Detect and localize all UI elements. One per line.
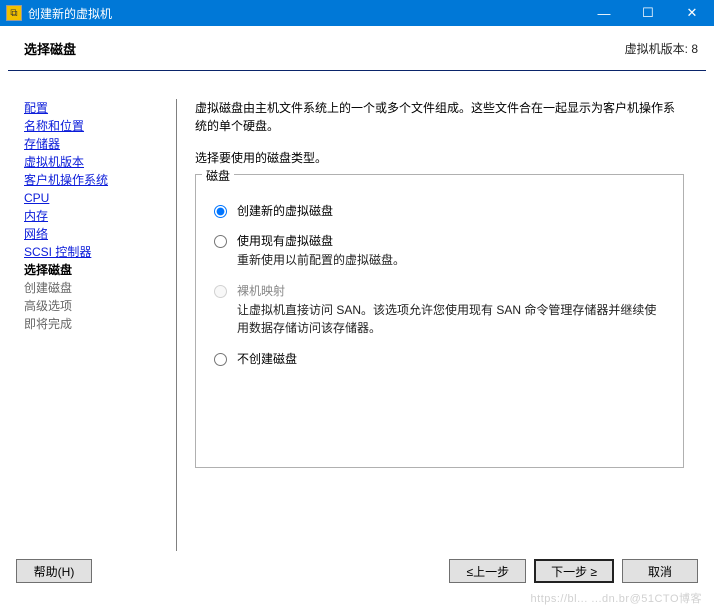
disk-description: 虚拟磁盘由主机文件系统上的一个或多个文件组成。这些文件合在一起显示为客户机操作系…	[195, 99, 684, 135]
sidebar-item-name-location[interactable]: 名称和位置	[24, 117, 176, 135]
sidebar-item-create-disk: 创建磁盘	[24, 279, 176, 297]
main-panel: 虚拟磁盘由主机文件系统上的一个或多个文件组成。这些文件合在一起显示为客户机操作系…	[177, 99, 704, 551]
label-raw-mapping: 裸机映射	[237, 283, 665, 299]
option-use-existing-disk[interactable]: 使用现有虚拟磁盘 重新使用以前配置的虚拟磁盘。	[214, 233, 665, 269]
radio-use-existing[interactable]	[214, 235, 227, 248]
vm-icon: ⧉	[6, 5, 22, 21]
footer: 帮助(H) ≤上一步 下一步 ≥ 取消	[0, 551, 714, 607]
back-button[interactable]: ≤上一步	[449, 559, 526, 583]
radio-create-new[interactable]	[214, 205, 227, 218]
disk-groupbox: 磁盘 创建新的虚拟磁盘 使用现有虚拟磁盘 重新使用以前配置的虚拟磁盘。 裸机映射	[195, 174, 684, 468]
sidebar-item-cpu[interactable]: CPU	[24, 189, 176, 207]
groupbox-label: 磁盘	[202, 167, 234, 184]
page-header: 选择磁盘 虚拟机版本: 8	[0, 26, 714, 70]
sidebar-item-network[interactable]: 网络	[24, 225, 176, 243]
header-divider	[8, 70, 706, 71]
label-no-disk: 不创建磁盘	[237, 351, 665, 367]
window-title: 创建新的虚拟机	[28, 5, 582, 22]
label-use-existing: 使用现有虚拟磁盘	[237, 233, 665, 249]
wizard-sidebar: 配置 名称和位置 存储器 虚拟机版本 客户机操作系统 CPU 内存 网络 SCS…	[10, 99, 176, 551]
desc-use-existing: 重新使用以前配置的虚拟磁盘。	[237, 251, 665, 269]
window-controls: — ☐ ✕	[582, 0, 714, 26]
page-title: 选择磁盘	[24, 39, 76, 58]
sidebar-item-vm-version[interactable]: 虚拟机版本	[24, 153, 176, 171]
option-no-disk[interactable]: 不创建磁盘	[214, 351, 665, 367]
content-area: 配置 名称和位置 存储器 虚拟机版本 客户机操作系统 CPU 内存 网络 SCS…	[0, 99, 714, 551]
sidebar-item-advanced: 高级选项	[24, 297, 176, 315]
vm-version-label: 虚拟机版本: 8	[625, 40, 698, 57]
help-button[interactable]: 帮助(H)	[16, 559, 92, 583]
radio-no-disk[interactable]	[214, 353, 227, 366]
sidebar-item-select-disk: 选择磁盘	[24, 261, 176, 279]
next-button[interactable]: 下一步 ≥	[534, 559, 614, 583]
sidebar-item-ready: 即将完成	[24, 315, 176, 333]
sidebar-item-guest-os[interactable]: 客户机操作系统	[24, 171, 176, 189]
titlebar: ⧉ 创建新的虚拟机 — ☐ ✕	[0, 0, 714, 26]
sidebar-item-config[interactable]: 配置	[24, 99, 176, 117]
option-create-new-disk[interactable]: 创建新的虚拟磁盘	[214, 203, 665, 219]
close-button[interactable]: ✕	[670, 0, 714, 26]
disk-subtext: 选择要使用的磁盘类型。	[195, 149, 684, 166]
label-create-new: 创建新的虚拟磁盘	[237, 203, 665, 219]
option-raw-mapping: 裸机映射 让虚拟机直接访问 SAN。该选项允许您使用现有 SAN 命令管理存储器…	[214, 283, 665, 337]
cancel-button[interactable]: 取消	[622, 559, 698, 583]
sidebar-item-memory[interactable]: 内存	[24, 207, 176, 225]
radio-raw-mapping	[214, 285, 227, 298]
sidebar-item-scsi[interactable]: SCSI 控制器	[24, 243, 176, 261]
desc-raw-mapping: 让虚拟机直接访问 SAN。该选项允许您使用现有 SAN 命令管理存储器并继续使用…	[237, 301, 665, 337]
sidebar-item-storage[interactable]: 存储器	[24, 135, 176, 153]
maximize-button[interactable]: ☐	[626, 0, 670, 26]
minimize-button[interactable]: —	[582, 0, 626, 26]
